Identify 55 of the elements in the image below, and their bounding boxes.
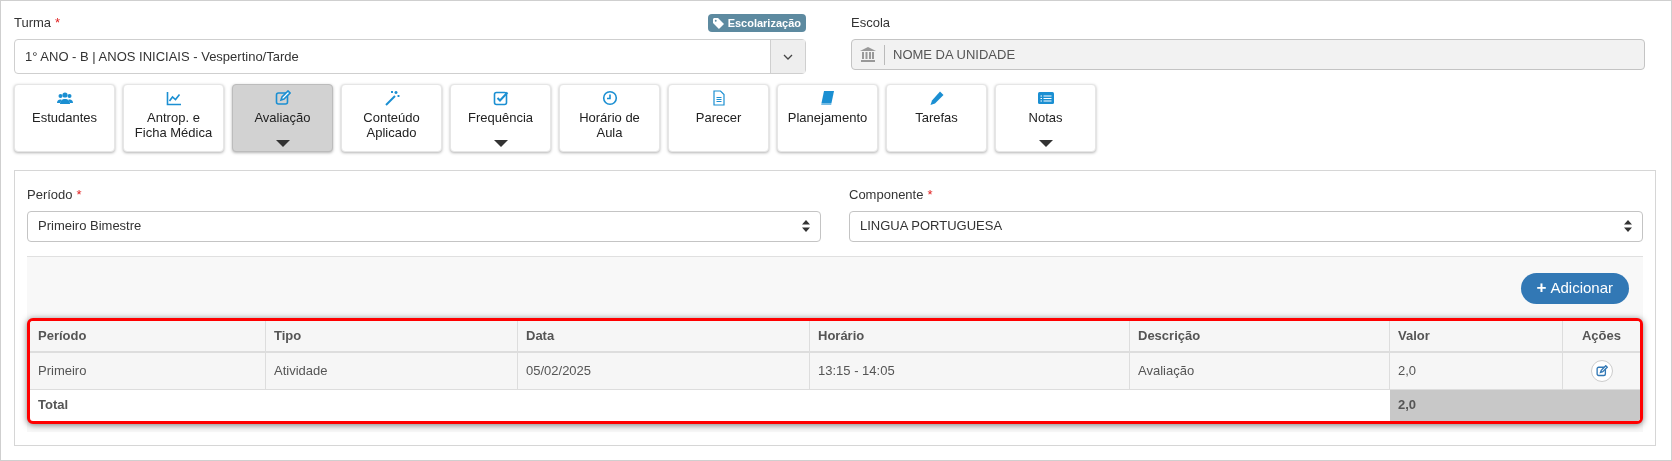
users-icon: [56, 90, 73, 106]
module-tab[interactable]: Planejamento: [777, 84, 878, 152]
edit-icon: [1595, 364, 1608, 377]
module-tab[interactable]: Avaliação: [232, 84, 333, 152]
module-tab[interactable]: Notas: [995, 84, 1096, 152]
module-tab[interactable]: Estudantes: [14, 84, 115, 152]
chevron-down-icon: [783, 53, 793, 60]
column-header: Descrição: [1138, 326, 1201, 345]
module-tab[interactable]: Parecer: [668, 84, 769, 152]
sort-arrows-icon: [802, 220, 810, 232]
table-cell-text: Atividade: [274, 361, 328, 380]
table-cell-text: Avaliação: [1138, 361, 1195, 380]
sort-arrows-icon: [1624, 220, 1632, 232]
module-tab[interactable]: Frequência: [450, 84, 551, 152]
required-mark: *: [76, 187, 82, 202]
edit-icon: [274, 90, 291, 106]
book-icon: [819, 90, 836, 106]
add-button[interactable]: + Adicionar: [1520, 272, 1629, 304]
escola-label: Escola: [851, 14, 891, 33]
checkbox-icon: [492, 90, 509, 106]
pencil-icon: [928, 90, 945, 106]
clock-icon: [601, 90, 618, 106]
edit-button[interactable]: [1590, 359, 1613, 382]
module-tab[interactable]: Conteúdo Aplicado: [341, 84, 442, 152]
module-tab[interactable]: Horário de Aula: [559, 84, 660, 152]
module-tab[interactable]: Tarefas: [886, 84, 987, 152]
bank-icon: [860, 47, 876, 62]
table-cell-text: Primeiro: [38, 361, 87, 380]
tag-icon: [712, 17, 724, 29]
required-mark: *: [55, 15, 61, 31]
column-header: Ações: [1582, 326, 1621, 345]
filter-select[interactable]: LINGUA PORTUGUESA: [849, 210, 1643, 242]
column-header: Horário: [818, 326, 865, 345]
magic-wand-icon: [383, 90, 400, 106]
table-cell-text: 05/02/2025: [526, 361, 592, 380]
column-header: Valor: [1398, 326, 1430, 345]
table-cell-text: 2,0: [1398, 361, 1417, 380]
filter-label: Período *: [27, 186, 83, 204]
total-label: Total: [38, 396, 69, 415]
module-tab[interactable]: Antrop. e Ficha Médica: [123, 84, 224, 152]
escolarizacao-badge: Escolarização: [707, 13, 806, 33]
turma-select[interactable]: 1° ANO - B | ANOS INICIAIS - Vespertino/Tarde: [14, 39, 806, 74]
column-header: Data: [526, 326, 555, 345]
escola-field[interactable]: NOME DA UNIDADE: [851, 39, 1645, 70]
line-chart-icon: [165, 90, 182, 106]
column-header: Tipo: [274, 326, 302, 345]
column-header: Período: [38, 326, 87, 345]
total-value-cell: 2,0: [1390, 389, 1563, 421]
required-mark: *: [927, 187, 933, 202]
turma-label: Turma *: [14, 14, 61, 33]
table-cell-text: 13:15 - 14:05: [818, 361, 895, 380]
filter-select[interactable]: Primeiro Bimestre: [27, 210, 821, 242]
document-icon: [710, 90, 727, 106]
filter-label: Componente *: [849, 186, 934, 204]
list-icon: [1036, 90, 1055, 106]
